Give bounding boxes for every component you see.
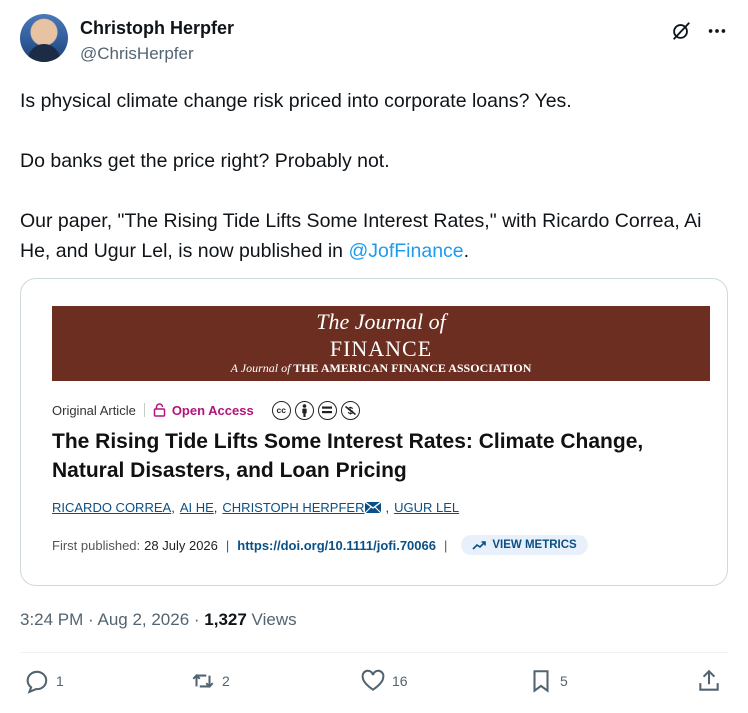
reply-button[interactable]: 1 bbox=[24, 668, 64, 694]
article-title[interactable]: The Rising Tide Lifts Some Interest Rate… bbox=[52, 427, 702, 485]
tweet-line-1: Is physical climate change risk priced i… bbox=[20, 90, 572, 112]
author-link[interactable]: RICARDO CORREA bbox=[52, 500, 171, 515]
divider bbox=[143, 403, 145, 417]
grok-icon[interactable] bbox=[670, 20, 692, 42]
banner-line-3: A Journal of THE AMERICAN FINANCE ASSOCI… bbox=[52, 361, 710, 376]
author-separator: , bbox=[171, 500, 175, 515]
views-count: 1,327 bbox=[204, 610, 247, 629]
repost-count: 2 bbox=[222, 673, 230, 689]
more-icon[interactable] bbox=[706, 20, 728, 42]
tweet-line-3-end: . bbox=[463, 240, 470, 262]
journal-banner: The Journal of FINANCE A Journal of THE … bbox=[52, 306, 710, 381]
link-preview-card[interactable]: The Journal of FINANCE A Journal of THE … bbox=[20, 278, 728, 586]
nd-icon bbox=[317, 400, 337, 420]
open-access-badge: Open Access bbox=[153, 403, 254, 418]
tweet-text: Is physical climate change risk priced i… bbox=[20, 86, 728, 266]
article-type: Original Article bbox=[52, 402, 136, 418]
bookmark-button[interactable]: 5 bbox=[528, 668, 568, 694]
trend-icon bbox=[472, 541, 487, 550]
avatar[interactable] bbox=[20, 14, 68, 62]
author-separator: , bbox=[385, 500, 390, 515]
first-published-date: 28 July 2026 bbox=[144, 537, 218, 553]
share-button[interactable] bbox=[696, 668, 728, 694]
tweet-line-3: Our paper, "The Rising Tide Lifts Some I… bbox=[20, 206, 728, 266]
by-icon bbox=[294, 400, 314, 420]
author-link[interactable]: CHRISTOPH HERPFER bbox=[222, 500, 364, 515]
tweet-timestamp: 3:24 PM · Aug 2, 2026 · 1,327 Views bbox=[20, 610, 297, 630]
view-metrics-label: VIEW METRICS bbox=[492, 539, 577, 551]
banner-line-3-rest: THE AMERICAN FINANCE ASSOCIATION bbox=[290, 361, 532, 375]
reply-count: 1 bbox=[56, 673, 64, 689]
lock-icon bbox=[153, 403, 166, 417]
divider: | bbox=[443, 537, 448, 553]
article-meta: Original Article Open Access cc $ bbox=[52, 400, 360, 420]
bookmark-icon bbox=[533, 670, 549, 693]
divider bbox=[20, 652, 728, 653]
open-access-label: Open Access bbox=[171, 402, 254, 418]
tweet-line-2: Do banks get the price right? Probably n… bbox=[20, 150, 390, 172]
banner-line-1: The Journal of bbox=[316, 309, 446, 334]
publication-info: First published: 28 July 2026 | https://… bbox=[52, 533, 588, 557]
heart-icon bbox=[361, 669, 385, 691]
envelope-icon[interactable] bbox=[365, 502, 382, 513]
share-icon bbox=[699, 669, 719, 691]
author-handle[interactable]: @ChrisHerpfer bbox=[80, 44, 194, 64]
license-icons: cc $ bbox=[271, 400, 360, 420]
author-name[interactable]: Christoph Herpfer bbox=[80, 18, 234, 39]
timestamp-time[interactable]: 3:24 PM · Aug 2, 2026 · bbox=[20, 610, 204, 629]
mention-link[interactable]: @JofFinance bbox=[348, 240, 463, 262]
banner-line-2: FINANCE bbox=[329, 336, 433, 361]
views-label: Views bbox=[246, 610, 297, 629]
like-button[interactable]: 16 bbox=[360, 668, 408, 694]
tweet-header: Christoph Herpfer @ChrisHerpfer bbox=[20, 14, 728, 66]
author-link[interactable]: UGUR LEL bbox=[394, 500, 459, 515]
author-link[interactable]: AI HE bbox=[180, 500, 214, 515]
bookmark-count: 5 bbox=[560, 673, 568, 689]
reply-icon bbox=[26, 670, 48, 694]
repost-button[interactable]: 2 bbox=[190, 668, 230, 694]
repost-icon bbox=[192, 674, 214, 688]
like-count: 16 bbox=[392, 673, 408, 689]
first-published-label: First published: bbox=[52, 537, 141, 553]
banner-line-3-italic: A Journal of bbox=[230, 361, 291, 375]
view-metrics-button[interactable]: VIEW METRICS bbox=[461, 535, 588, 555]
nc-icon: $ bbox=[340, 400, 360, 420]
divider: | bbox=[225, 537, 230, 553]
author-list: RICARDO CORREA, AI HE, CHRISTOPH HERPFER… bbox=[52, 500, 459, 515]
action-bar: 1 2 16 5 bbox=[20, 668, 728, 698]
author-separator: , bbox=[213, 500, 218, 515]
doi-link[interactable]: https://doi.org/10.1111/jofi.70066 bbox=[237, 538, 436, 553]
cc-icon: cc bbox=[271, 400, 291, 420]
